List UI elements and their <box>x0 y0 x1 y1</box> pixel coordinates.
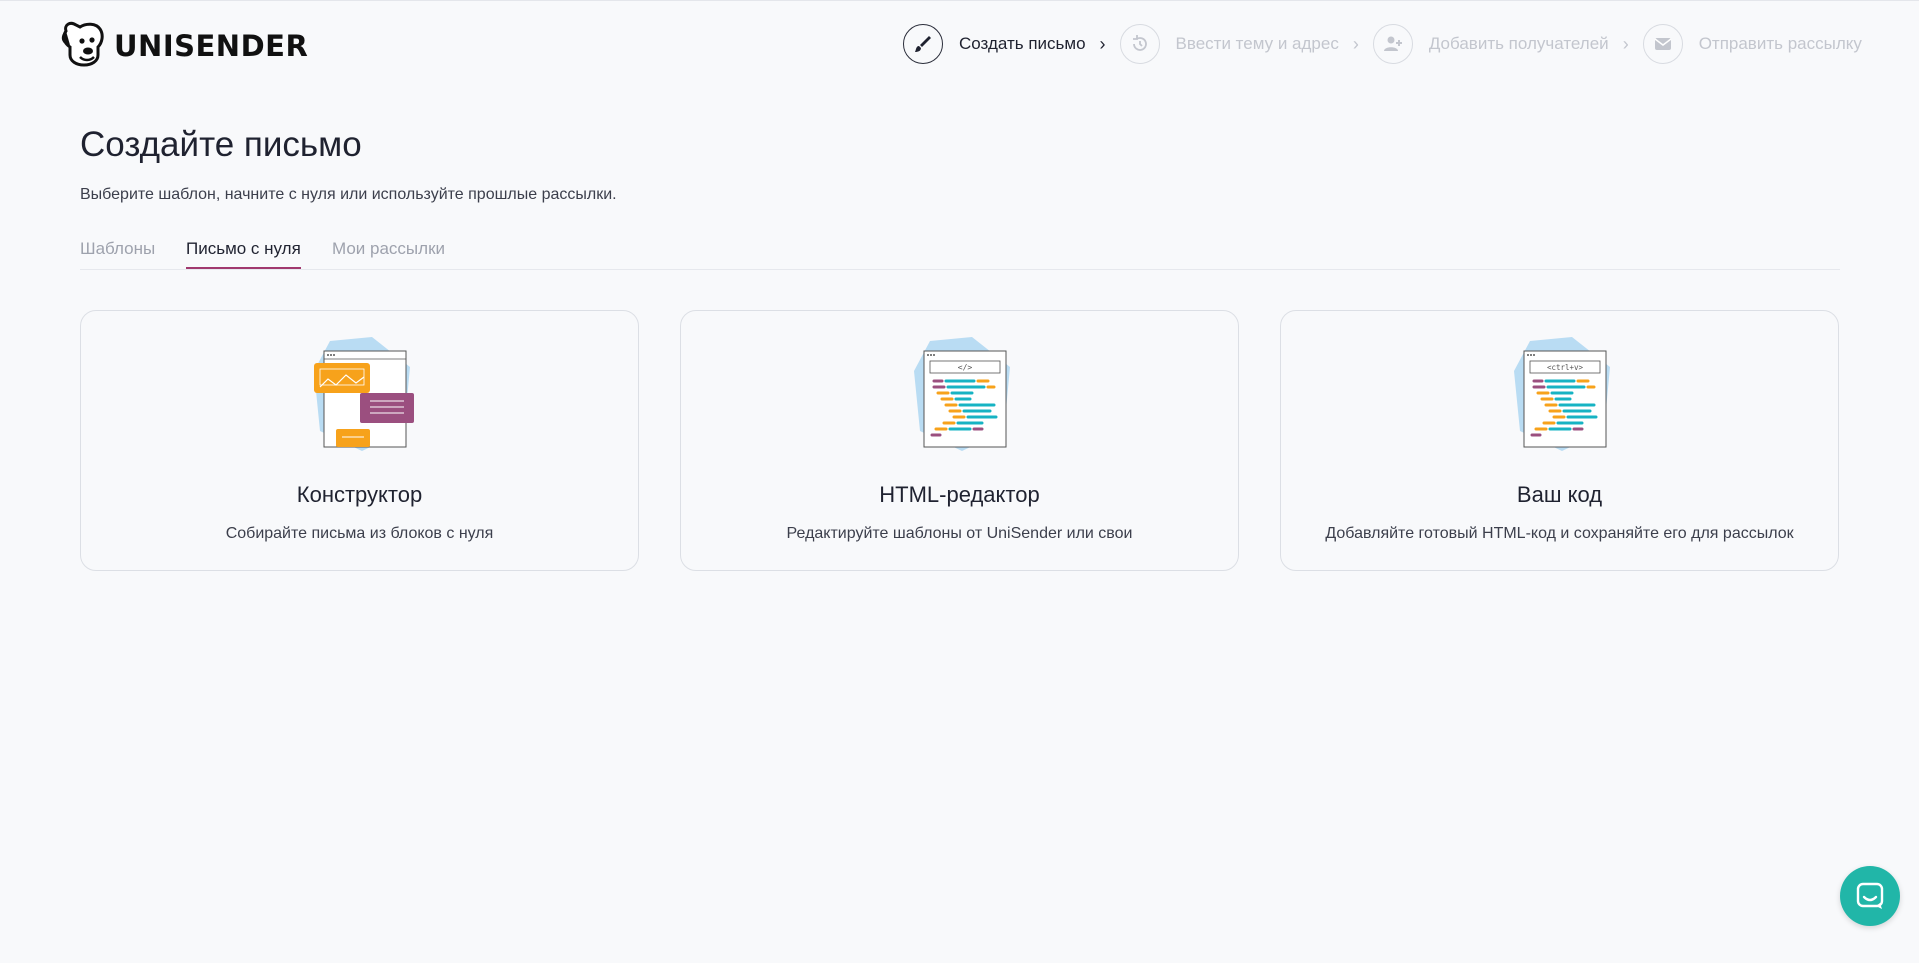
step-label: Отправить рассылку <box>1698 34 1862 53</box>
chevron-right-icon: › <box>1099 33 1106 54</box>
chevron-right-icon: › <box>1622 33 1629 54</box>
tab-from-scratch[interactable]: Письмо с нуля <box>186 239 301 269</box>
brand-name: UNISENDER <box>114 29 309 63</box>
page-subtitle: Выберите шаблон, начните с нуля или испо… <box>80 186 617 203</box>
step-create-letter[interactable]: Создать письмо <box>903 24 1086 64</box>
step-label: Создать письмо <box>959 34 1086 53</box>
card-description: Редактируйте шаблоны от UniSender или св… <box>786 525 1133 542</box>
mail-icon <box>1642 24 1683 64</box>
brush-icon <box>903 24 943 64</box>
dog-logo-icon <box>61 21 104 67</box>
chevron-right-icon: › <box>1352 33 1359 54</box>
card-your-code[interactable]: <ctrl+v> Ваш код Добавляйте готовый HTML… <box>1280 310 1839 571</box>
wizard-steps: Создать письмо › Ввести тему и адрес › Д… <box>903 23 1862 65</box>
top-header: UNISENDER Создать письмо › Ввести тему и… <box>0 1 1919 91</box>
chat-widget-button[interactable] <box>1840 866 1900 926</box>
card-description: Собирайте письма из блоков с нуля <box>225 525 494 542</box>
card-title: HTML-редактор <box>879 482 1040 507</box>
step-subject-address[interactable]: Ввести тему и адрес <box>1119 24 1339 64</box>
history-icon <box>1119 24 1160 64</box>
code-tag: <ctrl+v> <box>1546 363 1583 372</box>
card-title: Конструктор <box>296 482 423 507</box>
step-label: Ввести тему и адрес <box>1175 34 1339 53</box>
step-label: Добавить получателей <box>1428 34 1609 53</box>
step-send-campaign[interactable]: Отправить рассылку <box>1642 24 1862 64</box>
card-html-editor[interactable]: </> HTML-редактор Редактируйте шаблоны о… <box>680 310 1239 571</box>
card-title: Ваш код <box>1516 482 1603 507</box>
tab-templates[interactable]: Шаблоны <box>80 239 155 267</box>
card-description: Добавляйте готовый HTML-код и сохраняйте… <box>1325 525 1794 542</box>
page-title: Создайте письмо <box>80 125 362 164</box>
your-code-illustration: <ctrl+v> <box>1513 337 1610 451</box>
tab-bar: Шаблоны Письмо с нуля Мои рассылки <box>80 239 1840 270</box>
constructor-illustration <box>313 337 414 451</box>
tab-my-campaigns[interactable]: Мои рассылки <box>332 239 445 267</box>
code-tag: </> <box>957 363 972 372</box>
unisender-logo[interactable]: UNISENDER <box>58 21 308 67</box>
html-editor-illustration: </> <box>913 337 1010 451</box>
step-add-recipients[interactable]: Добавить получателей <box>1372 24 1609 64</box>
chat-icon <box>1856 882 1884 909</box>
add-user-icon <box>1372 24 1413 64</box>
card-constructor[interactable]: Конструктор Собирайте письма из блоков с… <box>80 310 639 571</box>
